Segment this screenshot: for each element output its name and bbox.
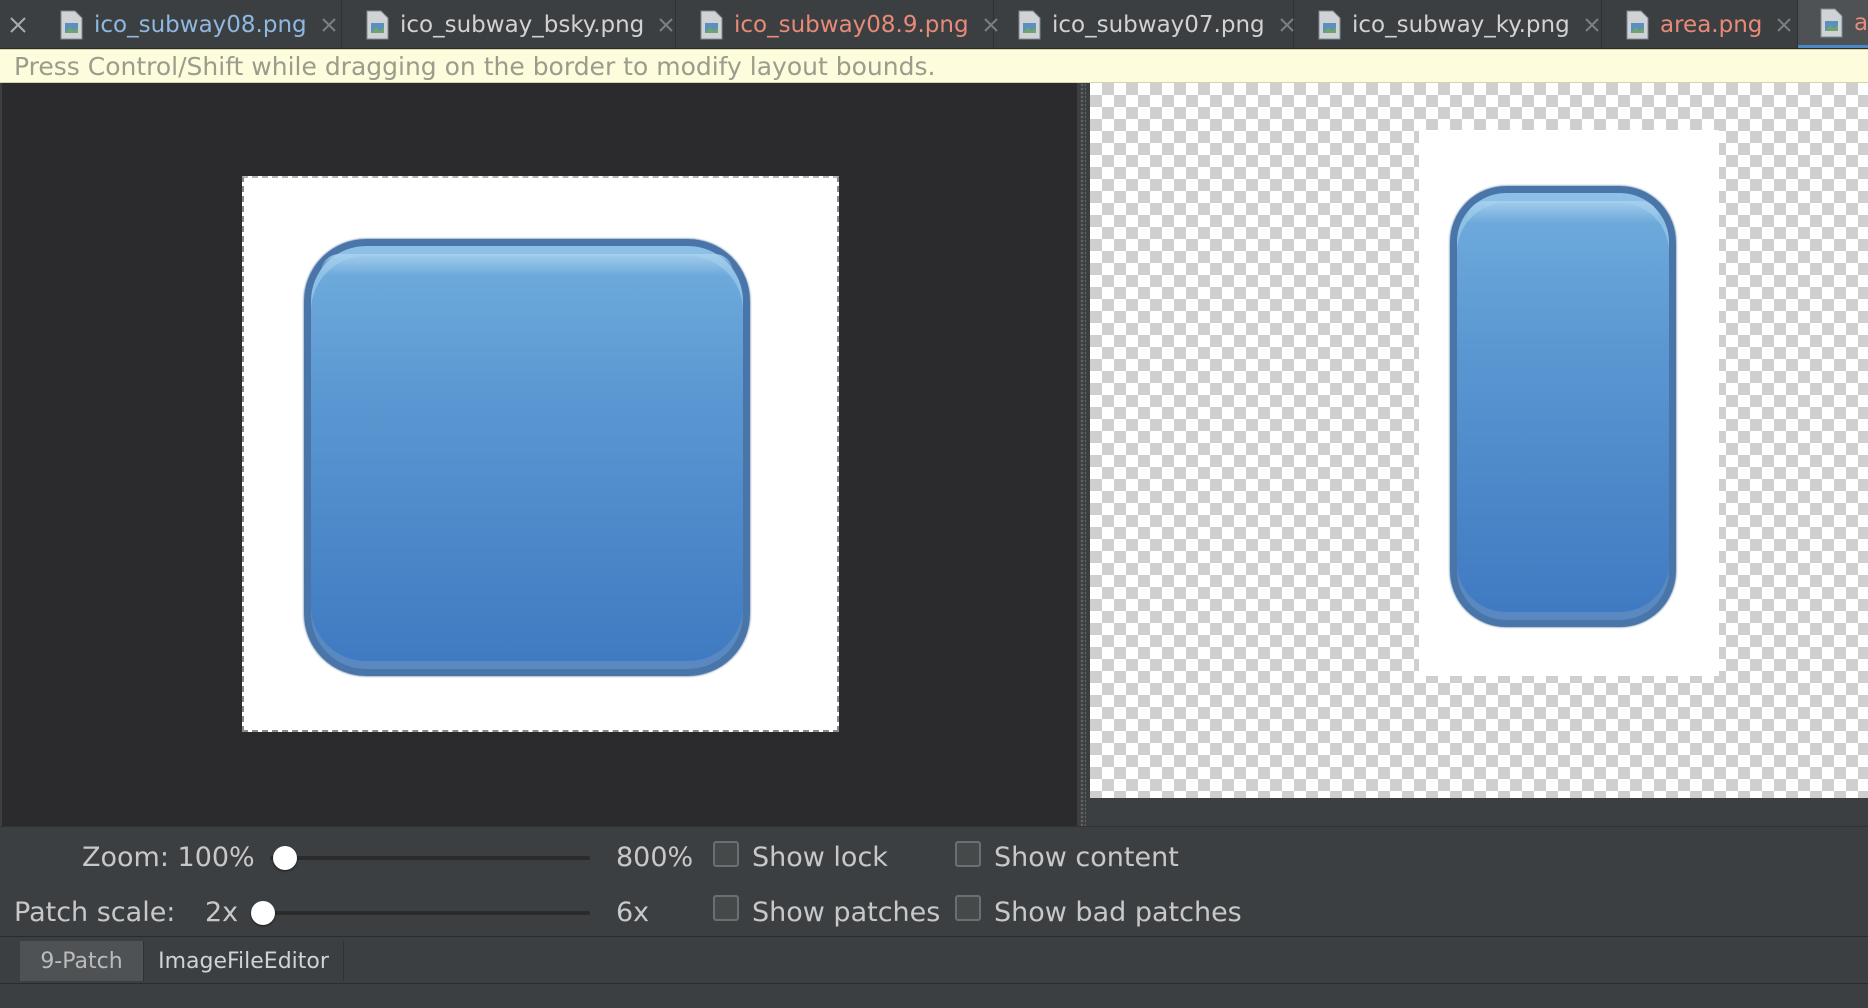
editor-controls: Zoom: 100% 800% Show lock Show content P… [0,826,1868,936]
preview-canvas [1419,130,1719,676]
tab-ico-subway07[interactable]: ico_subway07.png [994,0,1295,48]
zoom-max-label: 800% [616,842,694,873]
show-bad-patches-checkbox[interactable] [955,895,981,921]
image-file-icon [1018,10,1041,39]
layout-bounds-hint: Press Control/Shift while dragging on th… [0,49,1868,83]
tab-label: ico_subway_bsky.png [400,11,645,38]
show-lock-checkbox[interactable] [713,841,739,867]
patch-scale-slider-thumb[interactable] [251,901,275,925]
splitter-grip [1080,83,1086,826]
tab-ico-subway08-9[interactable]: ico_subway08.9.png [676,0,998,48]
tab-label: ico_subway07.png [1052,11,1265,38]
show-content-label[interactable]: Show content [994,842,1179,873]
pane-splitter[interactable] [1076,83,1090,826]
editor-mode-tabs: 9-Patch ImageFileEditor [0,936,1868,984]
tab-ico-subway08[interactable]: ico_subway08.png [36,0,342,48]
preview-footer [1090,798,1868,826]
editor-tab-strip: ico_subway08.png ico_subway_bsky.png ico… [0,0,1868,49]
tab-area[interactable]: area.png [1602,0,1798,48]
patch-scale-label: Patch scale: [14,897,176,928]
image-file-icon [1820,8,1843,37]
tab-label: 9-Patch [40,948,123,974]
tab-ico-subway-bsky[interactable]: ico_subway_bsky.png [342,0,676,48]
tab-active-truncated[interactable]: a [1798,0,1868,48]
patch-scale-value: 2x [205,897,239,928]
close-tab-icon[interactable] [1776,17,1792,33]
close-tab-icon[interactable] [321,17,337,33]
zoom-slider-track[interactable] [270,856,590,860]
ninepatch-editor-canvas[interactable] [0,83,1076,826]
status-bar [0,984,1868,1008]
show-lock-label[interactable]: Show lock [752,842,888,873]
tab-label: ico_subway08.png [94,11,307,38]
tab-image-file-editor[interactable]: ImageFileEditor [144,941,344,981]
show-patches-checkbox[interactable] [713,895,739,921]
tab-label: ico_subway_ky.png [1352,11,1570,38]
close-all-tabs-icon[interactable] [0,0,36,48]
ninepatch-image[interactable] [242,176,839,732]
image-file-icon [366,10,389,39]
stretched-button-preview [1450,186,1676,627]
stretch-preview [1090,83,1868,798]
patch-scale-max-label: 6x [616,897,650,928]
tab-label: ico_subway08.9.png [734,11,969,38]
close-tab-icon[interactable] [658,17,674,33]
tab-label: a [1854,9,1868,36]
image-file-icon [60,10,83,39]
image-file-icon [700,10,723,39]
button-graphic [304,239,750,676]
image-file-icon [1626,10,1649,39]
image-file-icon [1318,10,1341,39]
tab-label: ImageFileEditor [158,948,329,974]
patch-scale-slider-track[interactable] [255,911,590,915]
show-patches-label[interactable]: Show patches [752,897,940,928]
zoom-label: Zoom: 100% [82,842,255,873]
tab-label: area.png [1660,11,1763,38]
tab-9-patch[interactable]: 9-Patch [20,941,144,981]
show-content-checkbox[interactable] [955,841,981,867]
close-tab-icon[interactable] [1584,17,1600,33]
zoom-slider-thumb[interactable] [273,846,297,870]
tab-ico-subway-ky[interactable]: ico_subway_ky.png [1294,0,1602,48]
show-bad-patches-label[interactable]: Show bad patches [994,897,1242,928]
hint-text: Press Control/Shift while dragging on th… [14,51,936,81]
close-tab-icon[interactable] [1279,17,1295,33]
